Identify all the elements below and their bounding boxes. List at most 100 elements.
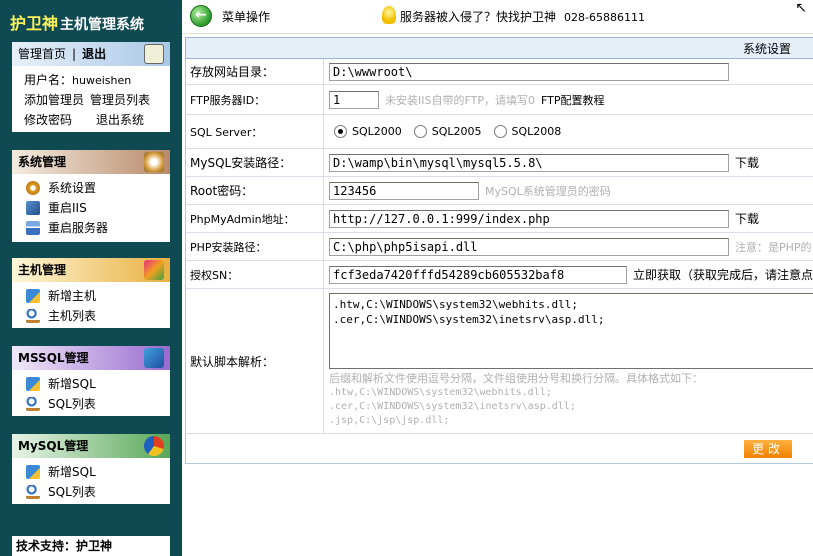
row-license: 授权SN： fcf3eda7420fffd54289cb605532baf8 立… [185, 261, 813, 289]
brand-subtitle: 主机管理系统 [60, 17, 145, 33]
settings-form: 系统设置 存放网站目录： D:\wwwroot\ FTP服务器ID： 1 未安装… [185, 37, 813, 467]
system-panel: 系统管理 系统设置 重启IIS 重启服务器 [12, 150, 170, 242]
tech-support: 技术支持：护卫神 [12, 536, 170, 556]
site-dir-input[interactable]: D:\wwwroot\ [329, 62, 729, 81]
ftp-id-input[interactable]: 1 [329, 90, 379, 109]
radio-sql2005[interactable]: SQL2005 [413, 125, 482, 138]
mouse-cursor-icon: ↖ [795, 0, 807, 16]
add-admin-link[interactable]: 添加管理员 [24, 93, 84, 107]
radio-label: SQL2008 [511, 125, 562, 138]
license-input[interactable]: fcf3eda7420fffd54289cb605532baf8 [329, 265, 627, 284]
home-link[interactable]: 管理首页 [18, 47, 66, 61]
sql-server-label: SQL Server： [186, 115, 324, 148]
lightbulb-icon [382, 6, 396, 24]
user-panel: 管理首页 | 退出 用户名：huweishen 添加管理员 管理员列表 修改密码 退出系… [12, 42, 170, 132]
radio-sql2008[interactable]: SQL2008 [493, 125, 562, 138]
restart-icon [26, 201, 40, 215]
network-icon [144, 348, 164, 368]
change-password-link[interactable]: 修改密码 [24, 113, 72, 127]
submit-button[interactable]: 更改 [744, 440, 792, 458]
row-php-path: PHP安装路径： C:\php\php5isapi.dll 注意：是PHP的 [185, 233, 813, 261]
top-bar: ← 菜单操作 服务器被入侵了？快找护卫神 028-65886111 ↖ [182, 0, 813, 34]
site-dir-label: 存放网站目录： [186, 59, 324, 84]
php-path-hint: 注意：是PHP的 [735, 240, 812, 254]
notepad-icon [144, 44, 164, 64]
menu-label: 重启IIS [48, 201, 87, 215]
menu-system-settings[interactable]: 系统设置 [12, 178, 170, 198]
phpmyadmin-label: PhpMyAdmin地址： [186, 205, 324, 232]
root-password-input[interactable]: 123456 [329, 181, 479, 200]
brand-logo: 护卫神 主机管理系统 [10, 10, 144, 34]
menu-label: SQL列表 [48, 485, 96, 499]
menu-label: 重启服务器 [48, 221, 109, 235]
system-panel-header: 系统管理 [12, 150, 170, 174]
radio-button [493, 125, 507, 138]
sidebar: 护卫神 主机管理系统 管理首页 | 退出 用户名：huweishen 添加管理员 管理员… [0, 0, 182, 556]
row-ftp-id: FTP服务器ID： 1 未安装IIS自带的FTP，请填写0 FTP配置教程 [185, 85, 813, 115]
menu-label: 新增主机 [48, 289, 97, 303]
host-blocks-icon [144, 260, 164, 280]
license-label: 授权SN： [186, 261, 324, 288]
script-hint: 后缀和解析文件使用逗号分隔，文件组使用分号和换行分隔。具体格式如下： [329, 372, 703, 385]
root-password-label: Root密码： [186, 177, 324, 204]
pie-chart-icon [144, 436, 164, 456]
script-textarea[interactable]: .htw,C:\WINDOWS\system32\webhits.dll; .c… [329, 293, 813, 369]
add-icon [26, 377, 40, 391]
radio-button-checked [334, 125, 347, 138]
admin-list-link[interactable]: 管理员列表 [90, 93, 150, 107]
exit-system-link[interactable]: 退出系统 [96, 113, 144, 127]
phone-number: 028-65886111 [564, 11, 645, 24]
phpmyadmin-download-link[interactable]: 下载 [735, 210, 759, 227]
gear-icon [26, 181, 40, 195]
system-panel-title: 系统管理 [18, 155, 67, 169]
username-label: 用户名： [24, 73, 73, 87]
php-path-input[interactable]: C:\php\php5isapi.dll [329, 237, 729, 256]
ad-text: 服务器被入侵了？快找护卫神 [400, 10, 557, 24]
menu-add-mssql[interactable]: 新增SQL [12, 374, 170, 394]
script-example: .cer,C:\WINDOWS\system32\inetsrv\asp.dll… [329, 401, 576, 412]
menu-label: SQL列表 [48, 397, 96, 411]
mysql-panel-header: MySQL管理 [12, 434, 170, 458]
host-panel-title: 主机管理 [18, 263, 67, 277]
ad-banner[interactable]: 服务器被入侵了？快找护卫神 028-65886111 [400, 8, 645, 25]
back-arrow-icon[interactable]: ← [190, 5, 212, 27]
radio-button [413, 125, 427, 138]
username-value: huweishen [72, 74, 132, 87]
radio-label: SQL2000 [352, 125, 402, 138]
menu-host-list[interactable]: 主机列表 [12, 306, 170, 326]
mysql-download-link[interactable]: 下载 [735, 154, 759, 171]
menu-label: 系统设置 [48, 181, 97, 195]
menu-mssql-list[interactable]: SQL列表 [12, 394, 170, 414]
host-panel: 主机管理 新增主机 主机列表 [12, 258, 170, 328]
submit-row: 更改 [185, 434, 813, 464]
row-sql-server: SQL Server： SQL2000 SQL2005 SQL2008 [185, 115, 813, 149]
row-mysql-path: MySQL安装路径： D:\wamp\bin\mysql\mysql5.5.8\… [185, 149, 813, 177]
search-icon [26, 397, 40, 411]
mysql-path-label: MySQL安装路径： [186, 149, 324, 176]
menu-add-host[interactable]: 新增主机 [12, 286, 170, 306]
ftp-tutorial-link[interactable]: FTP配置教程 [541, 92, 605, 108]
host-panel-header: 主机管理 [12, 258, 170, 282]
row-site-dir: 存放网站目录： D:\wwwroot\ [185, 59, 813, 85]
brand-name: 护卫神 [10, 14, 59, 33]
username-line: 用户名：huweishen [12, 70, 170, 90]
menu-add-mysql[interactable]: 新增SQL [12, 462, 170, 482]
row-root-password: Root密码： 123456 MySQL系统管理员的密码 [185, 177, 813, 205]
logout-link[interactable]: 退出 [82, 47, 106, 61]
system-settings-icon [144, 152, 164, 172]
script-example: .htw,C:\WINDOWS\system32\webhits.dll; [329, 387, 552, 398]
menu-operation-label: 菜单操作 [222, 10, 271, 24]
get-license-link[interactable]: 立即获取（获取完成后，请注意点 [633, 266, 813, 283]
search-icon [26, 309, 40, 323]
menu-mysql-list[interactable]: SQL列表 [12, 482, 170, 502]
section-title: 系统设置 [185, 37, 813, 59]
row-phpmyadmin: PhpMyAdmin地址： http://127.0.0.1:999/index… [185, 205, 813, 233]
menu-restart-iis[interactable]: 重启IIS [12, 198, 170, 218]
phpmyadmin-input[interactable]: http://127.0.0.1:999/index.php [329, 209, 729, 228]
mysql-path-input[interactable]: D:\wamp\bin\mysql\mysql5.5.8\ [329, 153, 729, 172]
menu-restart-server[interactable]: 重启服务器 [12, 218, 170, 238]
script-example: .jsp,C:\jsp\jsp.dll; [329, 415, 450, 426]
mysql-panel: MySQL管理 新增SQL SQL列表 [12, 434, 170, 504]
default-script-label: 默认脚本解析： [186, 289, 324, 433]
radio-sql2000[interactable]: SQL2000 [334, 125, 402, 138]
